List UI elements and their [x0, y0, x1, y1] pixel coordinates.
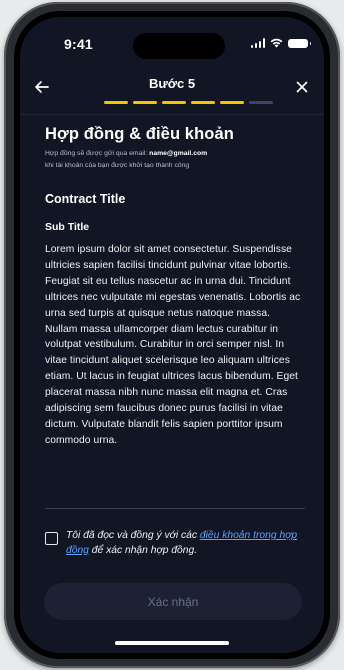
- progress-segment: [162, 101, 186, 104]
- agreement-text: Tôi đã đọc và đồng ý với các điều khoản …: [66, 529, 310, 558]
- close-icon[interactable]: [292, 77, 312, 97]
- progress-segment: [191, 101, 215, 104]
- home-indicator: [115, 641, 229, 645]
- cellular-signal-icon: [250, 38, 265, 48]
- email-notice-prefix: Hợp đồng sẽ được gửi qua email:: [45, 150, 150, 157]
- contract-sub-title: Sub Title: [45, 221, 90, 233]
- status-bar: 9:41: [20, 17, 324, 63]
- email-notice-line2: khi tài khoản của bạn được khởi tạo thàn…: [45, 162, 190, 169]
- battery-icon: [288, 38, 311, 48]
- progress-segment: [133, 101, 157, 104]
- phone-bezel: 9:41 Bước 5 Hợp đồng & điều khoản Hợp đồ…: [14, 11, 330, 659]
- progress-segment: [249, 101, 273, 104]
- section-divider: [45, 508, 305, 509]
- step-progress-bar: [104, 101, 273, 104]
- status-icons: [250, 38, 311, 48]
- agreement-text-after: để xác nhận hợp đồng.: [88, 544, 198, 556]
- contract-content: Hợp đồng & điều khoản Hợp đồng sẽ được g…: [45, 117, 305, 449]
- progress-segment: [220, 101, 244, 104]
- phone-frame: 9:41 Bước 5 Hợp đồng & điều khoản Hợp đồ…: [4, 2, 340, 668]
- app-screen: 9:41 Bước 5 Hợp đồng & điều khoản Hợp đồ…: [20, 17, 324, 653]
- progress-segment: [104, 101, 128, 104]
- wifi-icon: [270, 38, 283, 48]
- confirm-button[interactable]: Xác nhận: [44, 583, 302, 620]
- step-header: Bước 5: [20, 63, 324, 115]
- contract-body-text: Lorem ipsum dolor sit amet consectetur. …: [45, 244, 301, 446]
- status-time: 9:41: [64, 36, 93, 52]
- contract-title: Contract Title: [45, 192, 126, 206]
- step-title: Bước 5: [148, 76, 196, 91]
- dynamic-island: [133, 33, 225, 59]
- agreement-checkbox[interactable]: [45, 532, 58, 545]
- email-notice: Hợp đồng sẽ được gửi qua email: name@gma…: [45, 148, 305, 172]
- email-address: name@gmail.com: [149, 150, 208, 157]
- header-divider: [20, 114, 324, 115]
- agreement-checkbox-row[interactable]: Tôi đã đọc và đồng ý với các điều khoản …: [45, 529, 310, 558]
- page-title: Hợp đồng & điều khoản: [45, 125, 234, 143]
- agreement-text-before: Tôi đã đọc và đồng ý với các: [66, 530, 200, 541]
